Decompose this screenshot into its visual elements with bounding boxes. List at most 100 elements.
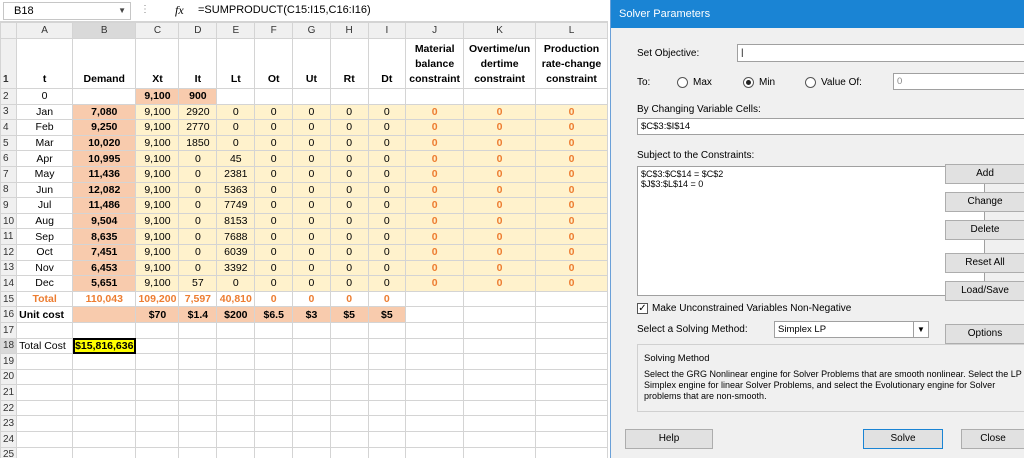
cell-L10[interactable]: 0 (535, 212, 608, 230)
cell-D23[interactable] (178, 415, 218, 433)
cell-D24[interactable] (178, 431, 218, 448)
cell-I14[interactable]: 0 (367, 275, 407, 292)
changing-cells-input[interactable]: $C$3:$I$14 (637, 118, 1024, 135)
cell-G23[interactable] (292, 415, 331, 433)
cell-A4[interactable]: Feb (16, 119, 74, 136)
cell-C10[interactable]: 9,100 (135, 212, 180, 230)
cell-E12[interactable]: 6039 (216, 243, 256, 261)
cell-C21[interactable] (135, 384, 180, 401)
row-header-1[interactable]: 1 (0, 38, 18, 89)
cell-K22[interactable] (463, 399, 537, 417)
cell-L18[interactable] (535, 337, 608, 355)
cell-E14[interactable]: 0 (216, 275, 256, 292)
cell-G24[interactable] (292, 431, 331, 448)
cell-I18[interactable] (367, 337, 407, 355)
header-cell-J[interactable]: Material balance constraint (405, 38, 465, 89)
cell-D3[interactable]: 2920 (178, 103, 218, 121)
cell-I19[interactable] (367, 353, 407, 370)
cell-F5[interactable]: 0 (254, 134, 294, 152)
row-header-8[interactable]: 8 (0, 181, 18, 199)
cell-A8[interactable]: Jun (16, 181, 74, 199)
cell-E2[interactable] (216, 88, 256, 105)
cell-B10[interactable]: 9,504 (72, 212, 137, 230)
row-header-19[interactable]: 19 (0, 353, 18, 370)
cell-I5[interactable]: 0 (367, 134, 407, 152)
cell-F4[interactable]: 0 (254, 119, 294, 136)
cell-D9[interactable]: 0 (178, 197, 218, 214)
cell-J9[interactable]: 0 (405, 197, 465, 214)
cell-B14[interactable]: 5,651 (72, 275, 137, 292)
column-header-D[interactable]: D (178, 22, 218, 39)
cell-A21[interactable] (16, 384, 74, 401)
cell-I13[interactable]: 0 (367, 259, 407, 277)
cell-A9[interactable]: Jul (16, 197, 74, 214)
cell-I25[interactable] (367, 446, 407, 458)
cell-F22[interactable] (254, 399, 294, 417)
cell-L13[interactable]: 0 (535, 259, 608, 277)
cell-F6[interactable]: 0 (254, 150, 294, 167)
cell-I3[interactable]: 0 (367, 103, 407, 121)
cell-C24[interactable] (135, 431, 180, 448)
cell-E5[interactable]: 0 (216, 134, 256, 152)
cell-K24[interactable] (463, 431, 537, 448)
header-cell-B[interactable]: Demand (72, 38, 137, 89)
cell-I17[interactable] (367, 321, 407, 339)
cell-E13[interactable]: 3392 (216, 259, 256, 277)
cell-G25[interactable] (292, 446, 331, 458)
cell-C4[interactable]: 9,100 (135, 119, 180, 136)
cell-C3[interactable]: 9,100 (135, 103, 180, 121)
cell-A15[interactable]: Total (16, 290, 74, 308)
header-cell-K[interactable]: Overtime/un dertime constraint (463, 38, 537, 89)
cell-G6[interactable]: 0 (292, 150, 331, 167)
cell-E17[interactable] (216, 321, 256, 339)
cell-F9[interactable]: 0 (254, 197, 294, 214)
cell-A5[interactable]: Mar (16, 134, 74, 152)
cell-G11[interactable]: 0 (292, 228, 331, 245)
cell-H14[interactable]: 0 (329, 275, 369, 292)
cell-D15[interactable]: 7,597 (178, 290, 218, 308)
cell-K17[interactable] (463, 321, 537, 339)
cell-A7[interactable]: May (16, 165, 74, 183)
cell-J18[interactable] (405, 337, 465, 355)
cell-K12[interactable]: 0 (463, 243, 537, 261)
cell-B11[interactable]: 8,635 (72, 228, 137, 245)
cell-F10[interactable]: 0 (254, 212, 294, 230)
select-all-corner[interactable] (0, 22, 18, 39)
cell-L23[interactable] (535, 415, 608, 433)
load-save-button[interactable]: Load/Save (945, 281, 1024, 301)
row-header-24[interactable]: 24 (0, 431, 18, 448)
cell-B2[interactable] (72, 88, 137, 105)
cell-C6[interactable]: 9,100 (135, 150, 180, 167)
column-header-H[interactable]: H (329, 22, 369, 39)
cell-J16[interactable] (405, 306, 465, 323)
unconstrained-checkbox[interactable]: ✓ (637, 303, 648, 314)
column-header-E[interactable]: E (216, 22, 256, 39)
cell-F20[interactable] (254, 368, 294, 386)
cell-L3[interactable]: 0 (535, 103, 608, 121)
row-header-3[interactable]: 3 (0, 103, 18, 121)
cell-H2[interactable] (329, 88, 369, 105)
cell-J5[interactable]: 0 (405, 134, 465, 152)
row-header-16[interactable]: 16 (0, 306, 18, 323)
row-header-10[interactable]: 10 (0, 212, 18, 230)
cell-L9[interactable]: 0 (535, 197, 608, 214)
cell-B24[interactable] (72, 431, 137, 448)
header-cell-A[interactable]: t (16, 38, 74, 89)
row-header-17[interactable]: 17 (0, 321, 18, 339)
cell-D18[interactable] (178, 337, 218, 355)
cell-G9[interactable]: 0 (292, 197, 331, 214)
row-header-23[interactable]: 23 (0, 415, 18, 433)
cell-K4[interactable]: 0 (463, 119, 537, 136)
cell-A6[interactable]: Apr (16, 150, 74, 167)
cell-G17[interactable] (292, 321, 331, 339)
cell-F14[interactable]: 0 (254, 275, 294, 292)
header-cell-I[interactable]: Dt (367, 38, 407, 89)
cell-E19[interactable] (216, 353, 256, 370)
constraint-item[interactable]: $J$3:$L$14 = 0 (641, 179, 703, 189)
cell-L15[interactable] (535, 290, 608, 308)
cell-I6[interactable]: 0 (367, 150, 407, 167)
cell-L25[interactable] (535, 446, 608, 458)
cell-A22[interactable] (16, 399, 74, 417)
cell-E24[interactable] (216, 431, 256, 448)
cell-C23[interactable] (135, 415, 180, 433)
